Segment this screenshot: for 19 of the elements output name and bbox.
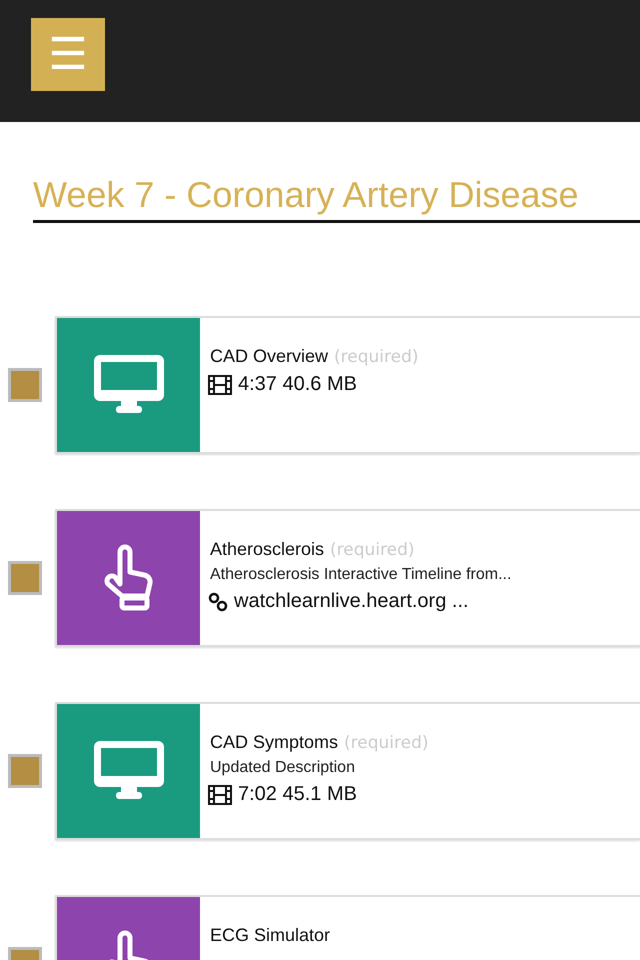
checkbox[interactable] [8,754,42,788]
media-info: 7:02 45.1 MB [238,783,357,806]
media-info: 4:37 40.6 MB [238,373,357,396]
page-title: Week 7 - Coronary Artery Disease [33,174,640,223]
link-icon [208,592,228,612]
lesson-description: Atherosclerosis Interactive Timeline from... [210,566,512,584]
film-icon [208,784,232,804]
lesson-title: CAD Symptoms [210,732,338,753]
lesson-description: Updated Description [210,759,356,777]
lesson-card[interactable]: ECG Simulator [55,895,640,960]
lesson-title: ECG Simulator [210,925,330,946]
lesson-title: Atherosclerois [210,539,324,560]
lesson-title: CAD Overview [210,346,328,367]
link-text: watchlearnlive.heart.org ... [234,590,469,613]
checkbox[interactable] [8,561,42,595]
checkbox[interactable] [8,368,42,402]
film-icon [208,374,232,394]
monitor-icon [94,355,164,415]
monitor-icon [94,741,164,801]
